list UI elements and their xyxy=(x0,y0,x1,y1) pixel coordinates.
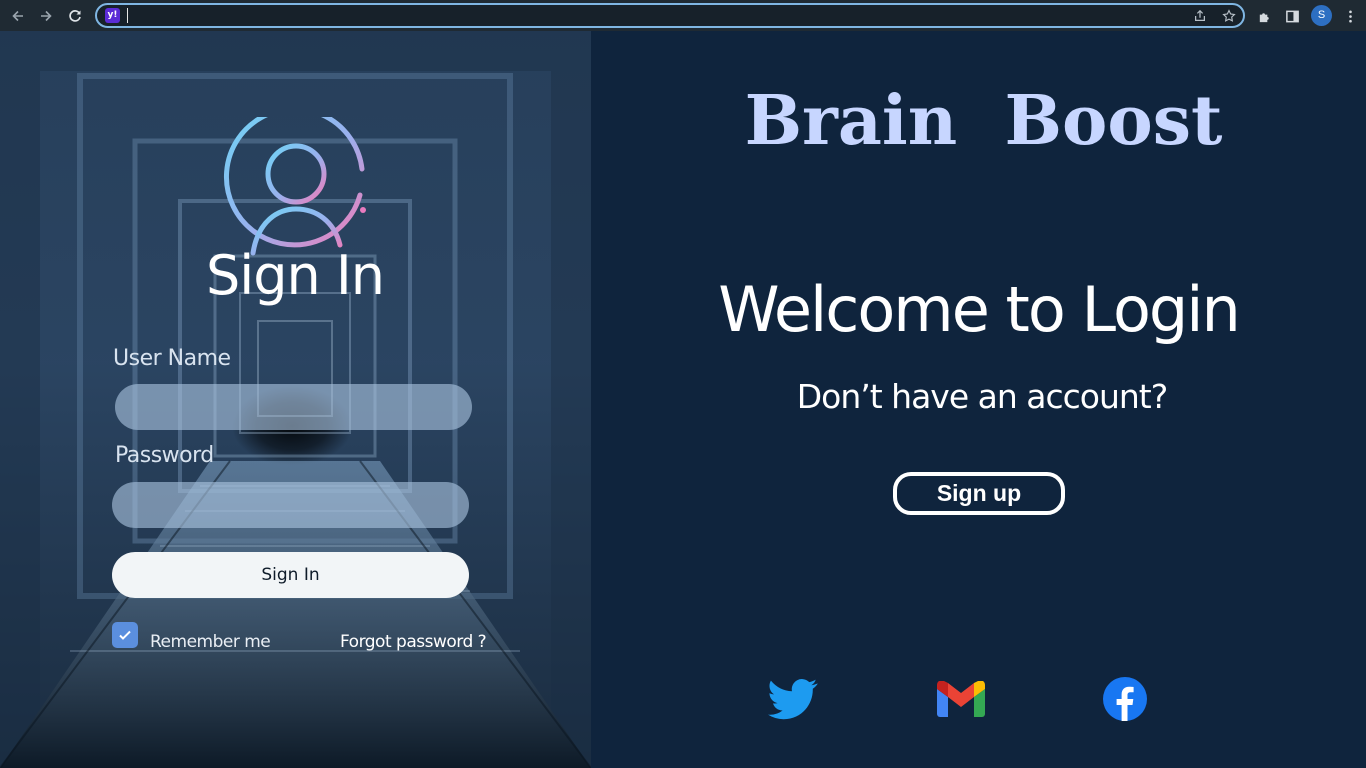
signin-button[interactable]: Sign In xyxy=(112,552,469,598)
username-label: User Name xyxy=(113,346,231,371)
welcome-panel: Brain Boost Welcome to Login Don’t have … xyxy=(591,31,1366,768)
address-bar[interactable]: y! xyxy=(95,3,1245,28)
side-panel-icon[interactable] xyxy=(1281,5,1303,27)
remember-me-label: Remember me xyxy=(150,632,271,652)
forward-arrow-icon[interactable] xyxy=(35,5,57,27)
browser-toolbar: y! S xyxy=(0,0,1366,31)
text-caret xyxy=(127,8,128,23)
gmail-icon[interactable] xyxy=(931,671,991,727)
signin-title: Sign In xyxy=(205,244,385,307)
star-icon[interactable] xyxy=(1220,7,1238,25)
twitter-icon[interactable] xyxy=(763,671,823,727)
password-label: Password xyxy=(115,443,214,468)
username-input[interactable] xyxy=(115,384,472,430)
reload-icon[interactable] xyxy=(64,5,86,27)
forgot-password-link[interactable]: Forgot password ? xyxy=(340,632,487,652)
share-icon[interactable] xyxy=(1191,7,1209,25)
signup-prompt: Don’t have an account? xyxy=(796,377,1169,416)
remember-me-checkbox[interactable] xyxy=(112,622,138,648)
yahoo-favicon: y! xyxy=(105,8,120,23)
brand-title: Brain Boost xyxy=(744,81,1223,161)
back-arrow-icon[interactable] xyxy=(7,5,29,27)
checkmark-icon xyxy=(119,630,131,640)
signup-button[interactable]: Sign up xyxy=(893,472,1065,515)
facebook-icon[interactable] xyxy=(1095,671,1155,727)
extensions-icon[interactable] xyxy=(1253,5,1275,27)
profile-avatar[interactable]: S xyxy=(1311,5,1332,26)
password-input[interactable] xyxy=(112,482,469,528)
kebab-menu-icon[interactable] xyxy=(1339,5,1361,27)
signin-panel: Sign In User Name Password Sign In Remem… xyxy=(0,31,591,768)
welcome-heading: Welcome to Login xyxy=(718,273,1241,346)
